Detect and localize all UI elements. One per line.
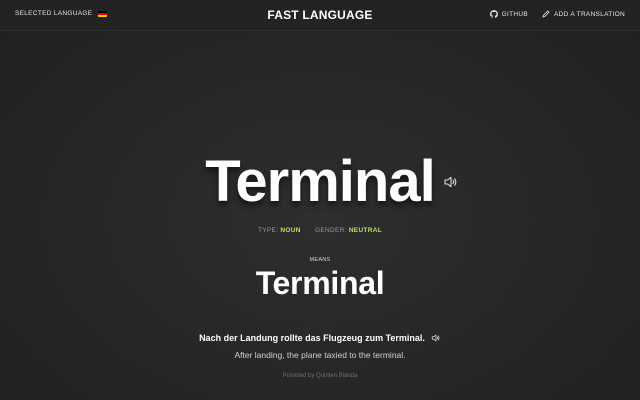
translation-word: Terminal bbox=[255, 265, 385, 301]
add-translation-link[interactable]: ADD A TRANSLATION bbox=[542, 10, 625, 18]
pencil-icon bbox=[542, 10, 550, 18]
github-label: GITHUB bbox=[501, 10, 529, 18]
word-title: Terminal bbox=[205, 149, 435, 214]
nav-links: GITHUB ADD A TRANSLATION bbox=[489, 10, 625, 18]
add-translation-label: ADD A TRANSLATION bbox=[554, 10, 625, 18]
github-icon bbox=[489, 10, 498, 18]
type-value: NOUN bbox=[280, 227, 301, 234]
top-bar: SELECTED LANGUAGE FAST LANGUAGE GITHUB A… bbox=[0, 0, 640, 31]
example-section: Nach der Landung rollte das Flugzeug zum… bbox=[0, 333, 640, 343]
type-label: TYPE: bbox=[258, 227, 279, 234]
word-section: Terminal bbox=[0, 150, 640, 214]
gender-label: GENDER: bbox=[314, 227, 347, 234]
example-sentence: Nach der Landung rollte das Flugzeug zum… bbox=[199, 333, 425, 343]
speaker-icon[interactable] bbox=[431, 333, 441, 343]
word-meta: TYPE: NOUN GENDER: NEUTRAL bbox=[0, 227, 640, 234]
github-link[interactable]: GITHUB bbox=[489, 10, 529, 18]
example-translation: After landing, the plane taxied to the t… bbox=[234, 350, 406, 360]
credit-text: Provided by Quinten Blanda bbox=[282, 373, 358, 379]
speaker-icon[interactable] bbox=[443, 174, 459, 190]
gender-value: NEUTRAL bbox=[348, 227, 382, 234]
